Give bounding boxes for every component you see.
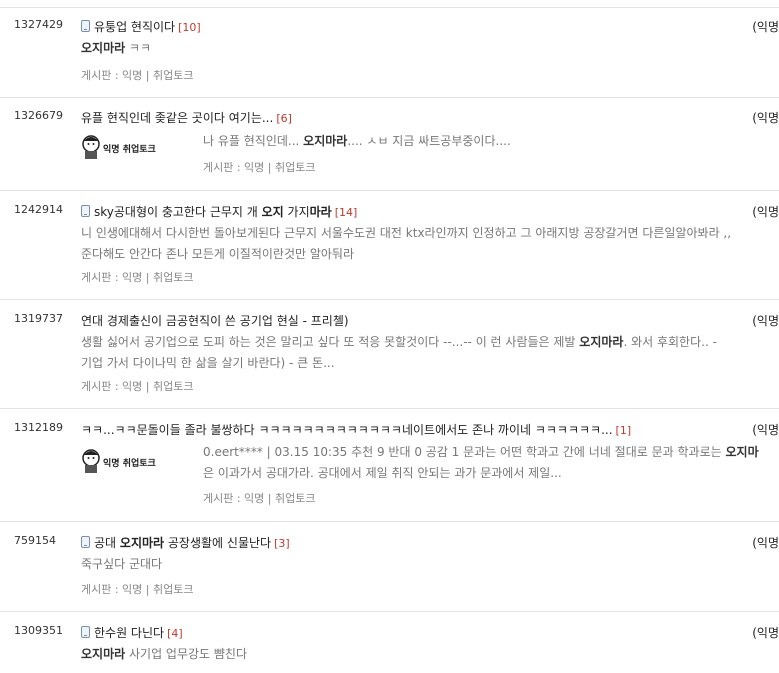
author-label: (익명 xyxy=(752,205,779,219)
post-meta[interactable]: 게시판 : 익명 | 취업토크 xyxy=(81,67,193,83)
post-snippet: 생활 싫어서 공기업으로 도피 하는 것은 말리고 싶다 또 적응 못할것이다 … xyxy=(81,332,717,374)
keyword-highlight: 마라 xyxy=(309,205,332,219)
snippet-text: 0.eert**** | 03.15 10:35 추천 9 반대 0 공감 1 … xyxy=(203,445,726,459)
author-label: (익명 xyxy=(752,423,779,437)
post-title-link[interactable]: 유플 현직인데 좆같은 곳이다 여기는... [6] xyxy=(81,109,292,126)
list-item: 1312189 ㅋㅋ...ㅋㅋ문돌이들 졸라 불쌍하다 ㅋㅋㅋㅋㅋㅋㅋㅋㅋㅋㅋㅋ… xyxy=(0,409,779,522)
snippet-text: 사기업 업무강도 뺨친다 xyxy=(125,647,248,661)
keyword-highlight: 오지 xyxy=(261,205,284,219)
post-title-text: ㅋㅋ...ㅋㅋ문돌이들 졸라 불쌍하다 ㅋㅋㅋㅋㅋㅋㅋㅋㅋㅋㅋㅋㅋ네이트에서도 … xyxy=(81,423,613,437)
post-title-text: 공대 xyxy=(94,536,120,550)
list-item: 759154 공대 오지마라 공장생활에 신물난다 [3] (익명 죽구싶다 군대… xyxy=(0,522,779,612)
keyword-highlight: 오지마라 xyxy=(303,134,348,148)
snippet-line: 생활 싫어서 공기업으로 도피 하는 것은 말리고 싶다 또 적응 못할것이다 … xyxy=(81,332,717,353)
list-item: 1319737 연대 경제출신이 금공현직이 쓴 공기업 현실 - 프리첼) (… xyxy=(0,300,779,409)
snippet-line: 기업 가서 다이나믹 한 삶을 살기 바란다) - 큰 돈... xyxy=(81,356,335,370)
keyword-highlight: 오지마 xyxy=(725,445,759,459)
thumbnail-label: 익명 취업토크 xyxy=(103,143,156,155)
post-number: 1319737 xyxy=(14,312,63,325)
post-meta[interactable]: 게시판 : 익명 | 취업토크 xyxy=(203,490,315,506)
post-snippet: 죽구싶다 군대다 xyxy=(81,557,163,571)
post-title-link[interactable]: 유퉁업 현직이다 [10] xyxy=(81,18,201,35)
search-results-page: { "posts": [ { "number": "1327429", "tit… xyxy=(0,0,779,673)
post-title-text: 유플 현직인데 좆같은 곳이다 여기는... xyxy=(81,111,274,125)
keyword-highlight: 오지마라 xyxy=(81,647,126,661)
snippet-text: . 와서 후회한다.. - xyxy=(623,335,717,349)
post-meta[interactable]: 게시판 : 익명 | 취업토크 xyxy=(81,269,193,285)
post-title-link[interactable]: 한수원 다닌다 [4] xyxy=(81,624,183,641)
comment-count[interactable]: [6] xyxy=(276,112,292,125)
snippet-text: ㅋㅋ xyxy=(125,41,152,55)
post-title-text: 연대 경제출신이 금공현직이 쓴 공기업 현실 - 프리첼) xyxy=(81,314,349,328)
keyword-highlight: 오지마라 xyxy=(81,41,126,55)
list-item: 1326679 유플 현직인데 좆같은 곳이다 여기는... [6] (익명 익명… xyxy=(0,98,779,191)
post-snippet: 오지마라 ㅋㅋ xyxy=(81,38,151,59)
post-number: 1326679 xyxy=(14,109,63,122)
post-number: 1242914 xyxy=(14,203,63,216)
comment-count[interactable]: [3] xyxy=(274,537,290,550)
post-title-text: 가지 xyxy=(283,205,310,219)
comment-count[interactable]: [14] xyxy=(335,206,358,219)
post-title-link[interactable]: sky공대형이 충고한다 근무지 개 오지 가지마라 [14] xyxy=(81,203,357,220)
post-title-link[interactable]: 공대 오지마라 공장생활에 신물난다 [3] xyxy=(81,534,290,551)
post-number: 1309351 xyxy=(14,624,63,637)
snippet-line: 은 이과가서 공대가라. 공대에서 제일 취직 안되는 과가 문과에서 제일..… xyxy=(203,466,562,480)
post-snippet: 0.eert**** | 03.15 10:35 추천 9 반대 0 공감 1 … xyxy=(203,442,759,484)
keyword-highlight: 오지마라 xyxy=(579,335,624,349)
comment-count[interactable]: [4] xyxy=(167,627,183,640)
snippet-text: 생활 싫어서 공기업으로 도피 하는 것은 말리고 싶다 또 적응 못할것이다 … xyxy=(81,335,580,349)
post-meta[interactable]: 게시판 : 익명 | 취업토크 xyxy=(203,159,315,175)
post-snippet: 오지마라 사기업 업무강도 뺨친다 xyxy=(81,644,247,665)
post-title-text: 공장생활에 신물난다 xyxy=(164,536,272,550)
comment-count[interactable]: [1] xyxy=(616,424,632,437)
post-snippet: 니 인생에대해서 다시한번 돌아보게된다 근무지 서울수도권 대전 ktx라인까… xyxy=(81,223,731,265)
post-snippet: 나 유플 현직인데... 오지마라.... ㅅㅂ 지금 싸트공부중이다.... xyxy=(203,131,511,152)
post-number: 759154 xyxy=(14,534,56,547)
snippet-text: 나 유플 현직인데... xyxy=(203,134,304,148)
post-number: 1327429 xyxy=(14,18,63,31)
list-item: 1327429 유퉁업 현직이다 [10] (익명 오지마라 ㅋㅋ 게시판 : 익… xyxy=(0,8,779,98)
post-title-text: 유퉁업 현직이다 xyxy=(94,20,176,34)
post-meta[interactable]: 게시판 : 익명 | 취업토크 xyxy=(81,581,193,597)
author-label: (익명 xyxy=(752,314,779,328)
mobile-icon xyxy=(81,205,90,217)
author-label: (익명 xyxy=(752,626,779,640)
board-thumbnail-image[interactable]: 익명 취업토크 xyxy=(81,445,181,475)
board-thumbnail-image[interactable]: 익명 취업토크 xyxy=(81,131,181,161)
post-title-link[interactable]: 연대 경제출신이 금공현직이 쓴 공기업 현실 - 프리첼) xyxy=(81,312,349,329)
post-meta[interactable]: 게시판 : 익명 | 취업토크 xyxy=(81,378,193,394)
thumbnail-label: 익명 취업토크 xyxy=(103,457,156,469)
post-title-text: sky공대형이 충고한다 근무지 개 xyxy=(94,205,262,219)
mobile-icon xyxy=(81,536,90,548)
snippet-line: 준다해도 안간다 존나 모든게 이질적이란것만 알아둬라 xyxy=(81,247,354,261)
author-label: (익명 xyxy=(752,111,779,125)
mobile-icon xyxy=(81,626,90,638)
keyword-highlight: 오지마라 xyxy=(119,536,165,550)
list-item: 1242914 sky공대형이 충고한다 근무지 개 오지 가지마라 [14] (… xyxy=(0,191,779,300)
mobile-icon xyxy=(81,20,90,32)
snippet-text: .... ㅅㅂ 지금 싸트공부중이다.... xyxy=(347,134,511,148)
snippet-line: 니 인생에대해서 다시한번 돌아보게된다 근무지 서울수도권 대전 ktx라인까… xyxy=(81,226,732,240)
post-title-link[interactable]: ㅋㅋ...ㅋㅋ문돌이들 졸라 불쌍하다 ㅋㅋㅋㅋㅋㅋㅋㅋㅋㅋㅋㅋㅋ네이트에서도 … xyxy=(81,421,631,438)
comment-count[interactable]: [10] xyxy=(178,21,201,34)
snippet-line: 0.eert**** | 03.15 10:35 추천 9 반대 0 공감 1 … xyxy=(203,442,759,463)
list-item: 1309351 한수원 다닌다 [4] (익명 오지마라 사기업 업무강도 뺨친다 xyxy=(0,612,779,672)
post-title-text: 한수원 다닌다 xyxy=(94,626,165,640)
post-number: 1312189 xyxy=(14,421,63,434)
author-label: (익명 xyxy=(752,536,779,550)
author-label: (익명 xyxy=(752,20,779,34)
